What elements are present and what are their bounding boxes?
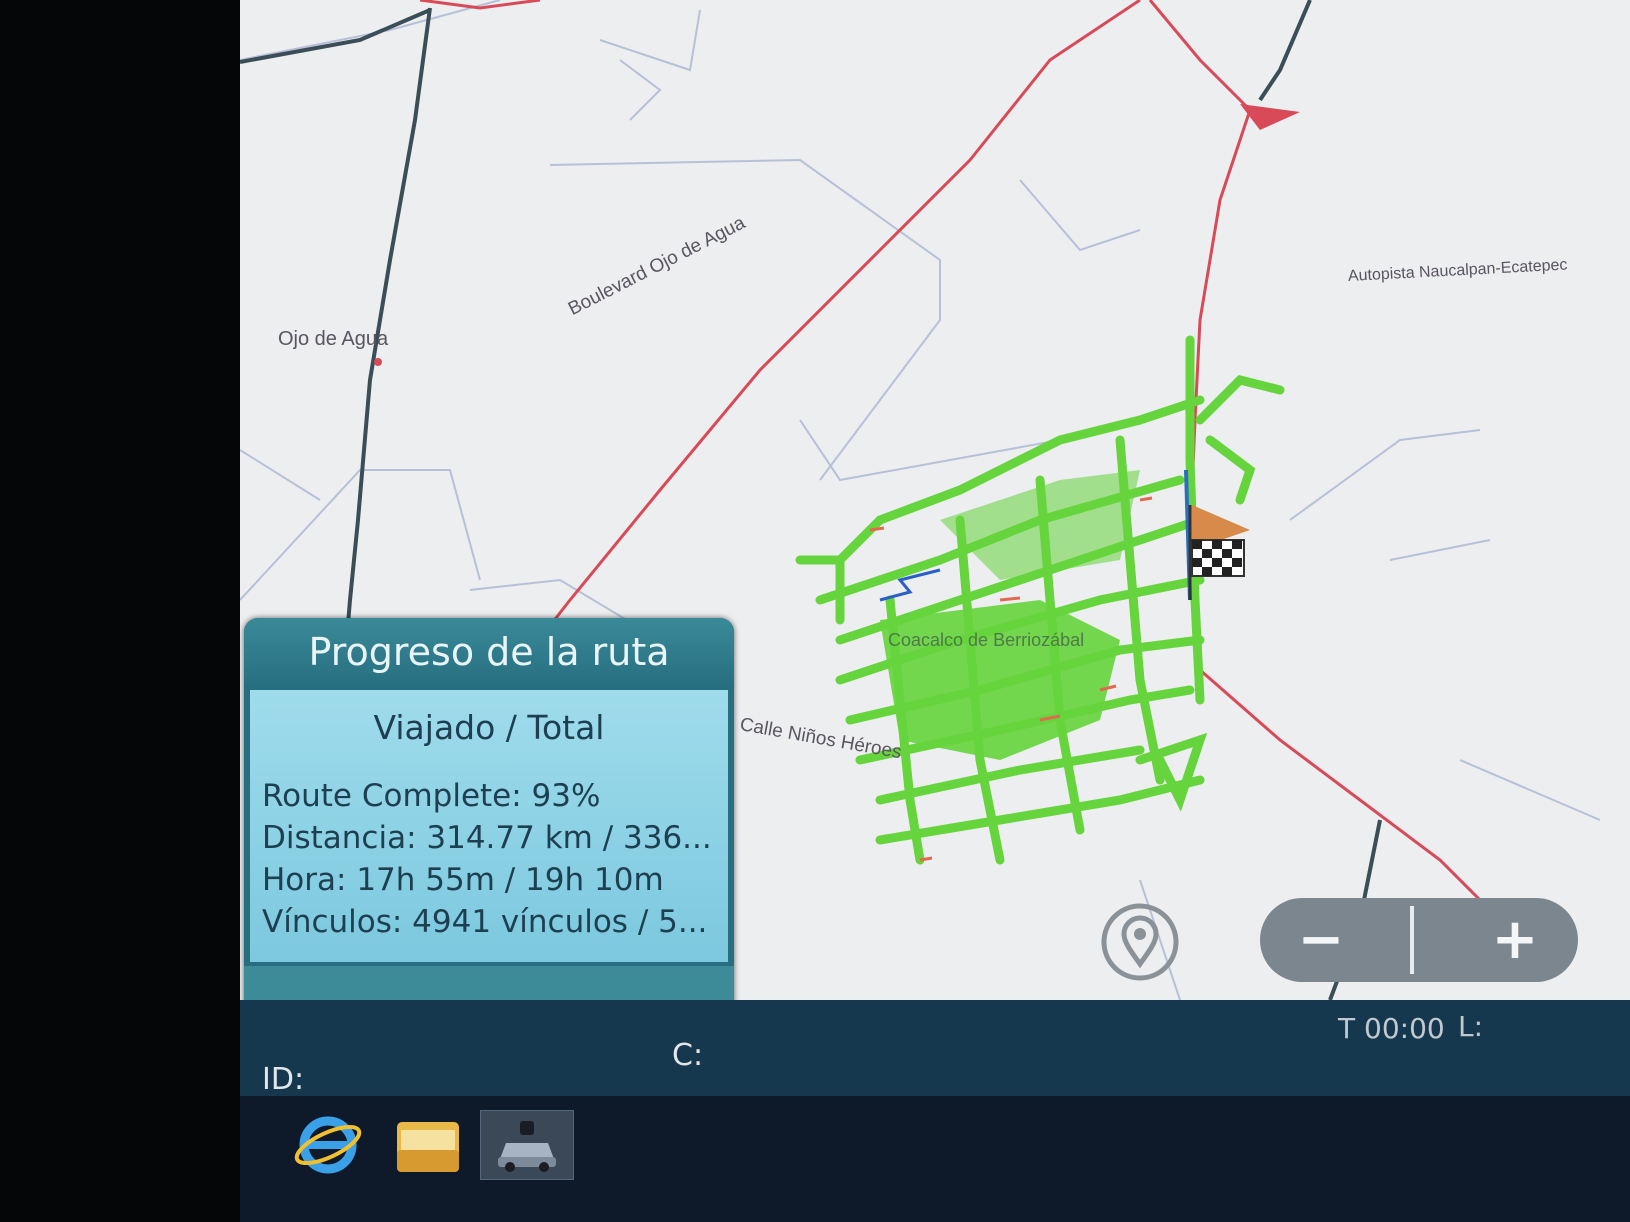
car-app-icon[interactable] — [480, 1110, 574, 1180]
map-label-ojo-de-agua: Ojo de Agua — [278, 328, 389, 350]
status-time: T 00:00 — [1338, 1012, 1445, 1045]
links-text: Vínculos: 4941 vínculos / 5... — [262, 904, 708, 940]
taskbar — [240, 1096, 1630, 1222]
zoom-divider — [1410, 906, 1414, 974]
progress-panel-title: Progreso de la ruta — [244, 618, 734, 686]
status-id-label: ID: — [262, 1062, 305, 1097]
progress-panel-body: Viajado / Total Route Complete: 93% Dist… — [250, 690, 728, 962]
destination-flag-icon[interactable] — [1188, 505, 1250, 600]
time-text: Hora: 17h 55m / 19h 10m — [262, 862, 664, 898]
distance-text: Distancia: 314.77 km / 336... — [262, 820, 712, 856]
status-bar: ID: C: T 00:00 L: — [240, 1000, 1630, 1097]
status-l-label: L: — [1458, 1010, 1484, 1043]
zoom-out-button[interactable]: − — [1266, 898, 1376, 982]
internet-explorer-icon[interactable] — [280, 1108, 376, 1180]
location-pin-icon — [1101, 903, 1179, 981]
locate-button[interactable] — [1100, 902, 1180, 982]
zoom-in-button[interactable]: + — [1460, 898, 1570, 982]
zoom-control: − + — [1260, 898, 1578, 982]
folder-icon[interactable] — [380, 1108, 476, 1180]
gps-screen: Ojo de Agua Boulevard Ojo de Agua Autopi… — [240, 0, 1630, 1222]
route-complete-text: Route Complete: 93% — [262, 778, 601, 814]
progress-subtitle: Viajado / Total — [373, 708, 605, 747]
status-c-label: C: — [672, 1038, 704, 1073]
place-marker — [374, 358, 382, 366]
route-progress-panel[interactable]: Progreso de la ruta Viajado / Total Rout… — [244, 618, 734, 1036]
map-label-coacalco: Coacalco de Berriozábal — [888, 630, 1085, 650]
